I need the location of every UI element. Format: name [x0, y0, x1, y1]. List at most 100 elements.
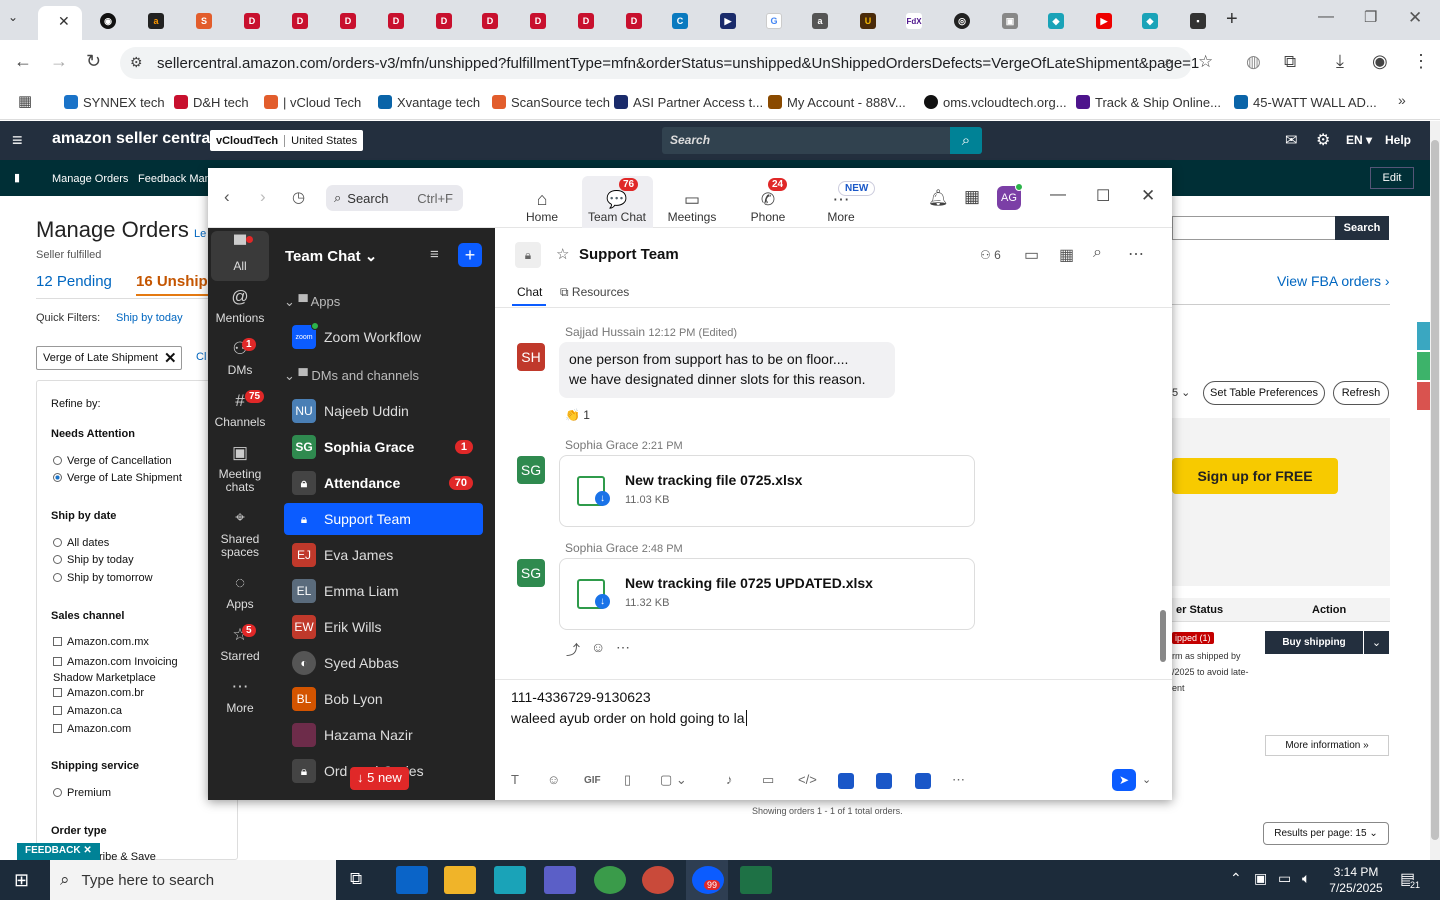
order-search-input[interactable]	[1172, 216, 1336, 240]
file-attachment[interactable]	[559, 558, 975, 630]
side-tab[interactable]	[1417, 322, 1430, 350]
tab[interactable]: ◎	[942, 8, 982, 34]
members-count[interactable]: ⚇ 6	[980, 248, 1001, 262]
list-item[interactable]: EL Emma Liam	[284, 575, 483, 607]
close-icon[interactable]: ✕	[1141, 186, 1155, 206]
close-window-icon[interactable]: ✕	[1408, 8, 1422, 28]
download-icon[interactable]: ⤓	[1336, 51, 1344, 72]
bookmark[interactable]: My Account - 888V...	[768, 92, 906, 112]
tab[interactable]: ◉	[88, 8, 128, 34]
list-item[interactable]: 🔒︎ Attendance 70	[284, 467, 483, 499]
tray-app-icon[interactable]: ▣	[1254, 870, 1267, 887]
tab-resources[interactable]: ⧉ Resources	[560, 285, 629, 300]
tab[interactable]: a	[136, 8, 176, 34]
bookmark-star-icon[interactable]: ☆	[1198, 52, 1213, 72]
apps-grid-icon[interactable]: ▦	[18, 92, 32, 110]
all-dates-option[interactable]: All dates	[53, 537, 109, 549]
calendar-icon[interactable]: ▦	[1059, 245, 1074, 265]
chat-scrollbar-thumb[interactable]	[1160, 610, 1166, 662]
video-message-icon[interactable]: ▭	[762, 772, 774, 788]
list-item[interactable]: Hazama Nazir	[284, 719, 483, 751]
video-icon[interactable]: ▭	[1024, 245, 1039, 265]
gif-button[interactable]: GIF	[584, 775, 601, 786]
per-page-select[interactable]: 5 ⌄	[1172, 386, 1190, 399]
translate-icon[interactable]: ◍	[1246, 52, 1261, 72]
download-icon[interactable]: ↓	[595, 491, 610, 506]
rail-all[interactable]: ▀ All	[211, 236, 269, 273]
more-tools-icon[interactable]: ⋯	[952, 772, 965, 788]
sender-avatar[interactable]: SH	[517, 343, 545, 371]
remove-filter-icon[interactable]: ✕	[164, 349, 177, 367]
channel-option[interactable]: Amazon.ca	[53, 705, 122, 717]
nav-manage-orders[interactable]: Manage Orders	[52, 173, 128, 185]
tab[interactable]: ▪	[1178, 8, 1218, 34]
verge-cancel-option[interactable]: Verge of Cancellation	[53, 455, 172, 467]
channel-title[interactable]: Support Team	[579, 246, 679, 263]
more-options-icon[interactable]: ⋯	[1128, 244, 1144, 264]
search-icon[interactable]: ⌕	[1093, 244, 1102, 262]
team-chat-title[interactable]: Team Chat ⌄	[285, 247, 377, 265]
app-icon[interactable]	[838, 773, 854, 789]
zoom-icon[interactable]: ⌕	[1164, 53, 1173, 71]
windows-start-icon[interactable]: ⊞	[14, 870, 29, 891]
bookmark[interactable]: ASI Partner Access t...	[614, 92, 763, 112]
new-chat-plus-icon[interactable]: +	[458, 243, 482, 267]
tab-chat[interactable]: Chat	[517, 285, 542, 299]
tab[interactable]: D	[518, 8, 558, 34]
tab[interactable]: ▶	[1084, 8, 1124, 34]
tab-pending[interactable]: 12 Pending	[36, 273, 112, 290]
new-tab-icon[interactable]: +	[1226, 8, 1238, 31]
settings-gear-icon[interactable]: ⚙	[1316, 130, 1330, 150]
bookmark[interactable]: oms.vcloudtech.org...	[924, 92, 1067, 112]
tab[interactable]: D	[376, 8, 416, 34]
rail-meeting-chats[interactable]: ▣ Meeting chats	[211, 444, 269, 494]
notification-bell-icon[interactable]: 🔔︎	[928, 188, 948, 208]
chrome-icon[interactable]	[594, 866, 626, 894]
refresh-button[interactable]: Refresh	[1333, 381, 1389, 405]
tab[interactable]: D	[328, 8, 368, 34]
outlook-icon[interactable]	[396, 866, 428, 894]
more-information-button[interactable]: More information »	[1265, 735, 1389, 756]
microphone-icon[interactable]: ♪	[726, 772, 733, 787]
tab[interactable]: C	[660, 8, 700, 34]
channel-option[interactable]: Amazon.com.mx	[53, 636, 149, 648]
sender-avatar[interactable]: SG	[517, 559, 545, 587]
add-reaction-icon[interactable]: ☺	[591, 639, 605, 655]
list-item[interactable]: EJ Eva James	[284, 539, 483, 571]
chrome-icon[interactable]	[642, 866, 674, 894]
calendar-icon[interactable]: ▦	[964, 187, 980, 207]
seller-search-input[interactable]: Search	[662, 127, 982, 154]
forward-arrow-icon[interactable]: ›	[260, 187, 266, 207]
file-icon[interactable]: ▯	[624, 772, 631, 788]
back-icon[interactable]: ←	[14, 51, 32, 72]
extensions-icon[interactable]: ⧉	[1284, 52, 1296, 72]
nav-meetings[interactable]: ▭ Meetings	[659, 176, 725, 224]
bookmark[interactable]: D&H tech	[174, 92, 249, 112]
feedback-tab[interactable]: FEEDBACK ✕	[17, 843, 100, 860]
reply-icon[interactable]: ⤴	[566, 640, 580, 660]
channel-option[interactable]: Amazon.com	[53, 723, 131, 735]
list-item[interactable]: SG Sophia Grace 1	[284, 431, 483, 463]
rail-starred[interactable]: ☆ Starred	[211, 626, 269, 663]
tab[interactable]: FdX	[894, 8, 934, 34]
screenshot-icon[interactable]: ▢ ⌄	[660, 772, 687, 788]
rail-apps[interactable]: ◌ Apps	[211, 574, 269, 611]
rail-mentions[interactable]: @ Mentions	[211, 288, 269, 325]
sender-avatar[interactable]: SG	[517, 456, 545, 484]
send-icon[interactable]: ➤	[1112, 769, 1136, 791]
premium-option[interactable]: Premium	[53, 787, 111, 799]
app-icon[interactable]	[876, 773, 892, 789]
tab[interactable]: D	[280, 8, 320, 34]
nav-feedback[interactable]: Feedback Man	[138, 173, 211, 185]
tab[interactable]: ▣	[990, 8, 1030, 34]
mail-icon[interactable]: ✉	[1285, 131, 1298, 149]
apps-section-header[interactable]: ⌄ ▀ Apps	[284, 294, 340, 310]
view-fba-orders-link[interactable]: View FBA orders ›	[1277, 273, 1390, 289]
help-link[interactable]: Help	[1385, 133, 1411, 147]
seller-central-logo[interactable]: amazon seller central	[52, 130, 215, 148]
list-item[interactable]: ◐ Syed Abbas	[284, 647, 483, 679]
tab[interactable]: D	[470, 8, 510, 34]
tab[interactable]: D	[566, 8, 606, 34]
tab[interactable]: ◆	[1130, 8, 1170, 34]
sign-up-button[interactable]: Sign up for FREE	[1172, 458, 1338, 494]
